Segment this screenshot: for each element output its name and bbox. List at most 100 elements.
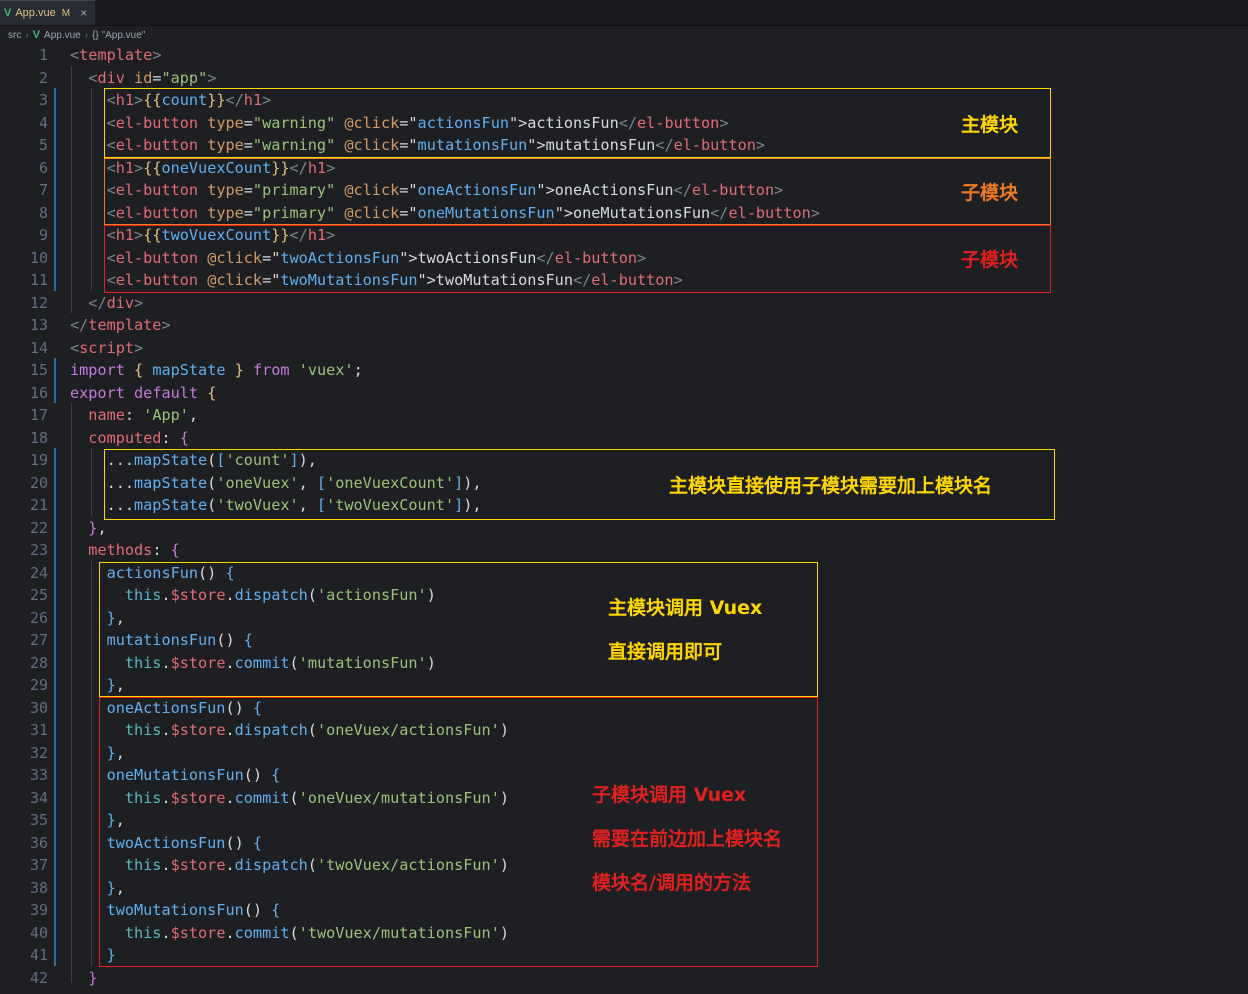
code-token: name <box>88 406 125 424</box>
line-number: 38 <box>29 878 48 897</box>
code-text[interactable]: </template> <box>70 314 171 337</box>
line-number: 7 <box>38 181 48 199</box>
annotation-main-call-2: 直接调用即可 <box>608 641 723 663</box>
code-token: </ <box>70 316 89 334</box>
code-line[interactable]: 14 <script> <box>0 337 1248 360</box>
line-number: 13 <box>29 316 48 334</box>
code-token: { <box>179 428 189 447</box>
line-number: 25 <box>29 586 48 604</box>
annotation-sub-module-two: 子模块 <box>961 249 1019 271</box>
line-number: 40 <box>29 923 48 942</box>
code-token: , <box>97 518 107 537</box>
line-number: 23 <box>29 541 48 559</box>
code-line[interactable]: 18 computed: { <box>0 427 1248 450</box>
code-token: , <box>188 406 199 424</box>
annotation-computed-note: 主模块直接使用子模块需要加上模块名 <box>669 475 993 497</box>
code-text[interactable]: export default { <box>70 382 216 405</box>
code-token: 'App' <box>143 406 189 424</box>
code-line[interactable]: 23 methods: { <box>0 539 1248 562</box>
annotation-main-call-1: 主模块调用 Vuex <box>608 597 763 619</box>
line-number: 32 <box>29 743 48 762</box>
line-number: 19 <box>29 451 48 469</box>
code-token: methods <box>88 541 153 559</box>
code-line[interactable]: 12 </div> <box>0 292 1248 315</box>
code-text[interactable]: computed: { <box>70 427 189 450</box>
tab-filename: App.vue <box>15 7 56 19</box>
code-token: } <box>234 361 244 379</box>
breadcrumb-folder[interactable]: src <box>8 30 21 41</box>
line-number: 20 <box>29 473 48 492</box>
code-text[interactable]: </div> <box>70 292 143 315</box>
code-line[interactable]: 13 </template> <box>0 314 1248 337</box>
code-token: : <box>161 428 180 447</box>
highlight-box-sub-module-two <box>104 225 1051 293</box>
code-text[interactable]: name: 'App', <box>70 404 198 427</box>
line-number: 6 <box>38 158 48 177</box>
code-text[interactable]: <div id="app"> <box>70 67 216 90</box>
line-number: 34 <box>29 788 48 807</box>
breadcrumb-file[interactable]: App.vue <box>44 30 81 41</box>
code-token: computed <box>88 428 162 447</box>
code-token: from <box>252 361 290 379</box>
chevron-right-icon: › <box>25 29 29 41</box>
line-number: 26 <box>29 608 48 627</box>
chevron-right-icon: › <box>84 29 89 41</box>
code-line[interactable]: 17 name: 'App', <box>0 404 1248 427</box>
code-token: { <box>207 383 217 402</box>
line-number: 29 <box>29 676 48 694</box>
code-line[interactable]: 15 import { mapState } from 'vuex'; <box>0 359 1248 382</box>
highlight-box-sub-module-one <box>104 158 1051 225</box>
line-number: 9 <box>38 226 48 244</box>
code-line[interactable]: 1 <template> <box>0 44 1248 67</box>
code-token: > <box>161 316 171 334</box>
line-number: 42 <box>29 968 48 987</box>
code-text[interactable]: <template> <box>70 44 161 67</box>
code-text[interactable]: }, <box>70 517 107 540</box>
code-token: > <box>134 338 144 357</box>
code-text[interactable]: } <box>70 967 97 990</box>
line-number: 3 <box>38 91 48 109</box>
code-token: : <box>152 541 171 559</box>
line-number: 39 <box>29 901 48 919</box>
line-number: 16 <box>29 383 48 402</box>
breadcrumb-symbol[interactable]: {} "App.vue" <box>92 30 145 41</box>
code-token: > <box>134 293 144 312</box>
code-line[interactable]: 2 <div id="app"> <box>0 67 1248 90</box>
line-number: 14 <box>29 338 48 357</box>
code-text[interactable]: import { mapState } from 'vuex'; <box>70 359 363 382</box>
close-tab-icon[interactable]: × <box>80 6 87 20</box>
line-number: 2 <box>38 68 48 87</box>
annotation-sub-module-one: 子模块 <box>961 182 1019 204</box>
code-text[interactable]: methods: { <box>70 539 179 562</box>
line-number: 24 <box>29 563 48 582</box>
line-number: 37 <box>29 856 48 874</box>
code-line[interactable]: 16 export default { <box>0 382 1248 405</box>
annotation-sub-call-1: 子模块调用 Vuex <box>592 784 747 806</box>
code-line[interactable]: 42 } <box>0 967 1248 990</box>
vue-file-icon: V <box>32 29 41 41</box>
line-number: 31 <box>29 721 48 739</box>
tab-app-vue[interactable]: V App.vue M × <box>0 0 95 25</box>
annotation-main-module: 主模块 <box>961 114 1019 136</box>
code-token: </ <box>88 293 107 312</box>
vue-file-icon: V <box>4 7 12 19</box>
editor-tab-bar: V App.vue M × <box>0 0 1248 26</box>
code-token: import <box>70 361 125 379</box>
code-text[interactable]: <script> <box>70 337 143 360</box>
line-number: 8 <box>38 203 48 222</box>
line-number: 4 <box>38 113 48 132</box>
annotation-sub-call-2: 需要在前边加上模块名 <box>592 828 783 850</box>
